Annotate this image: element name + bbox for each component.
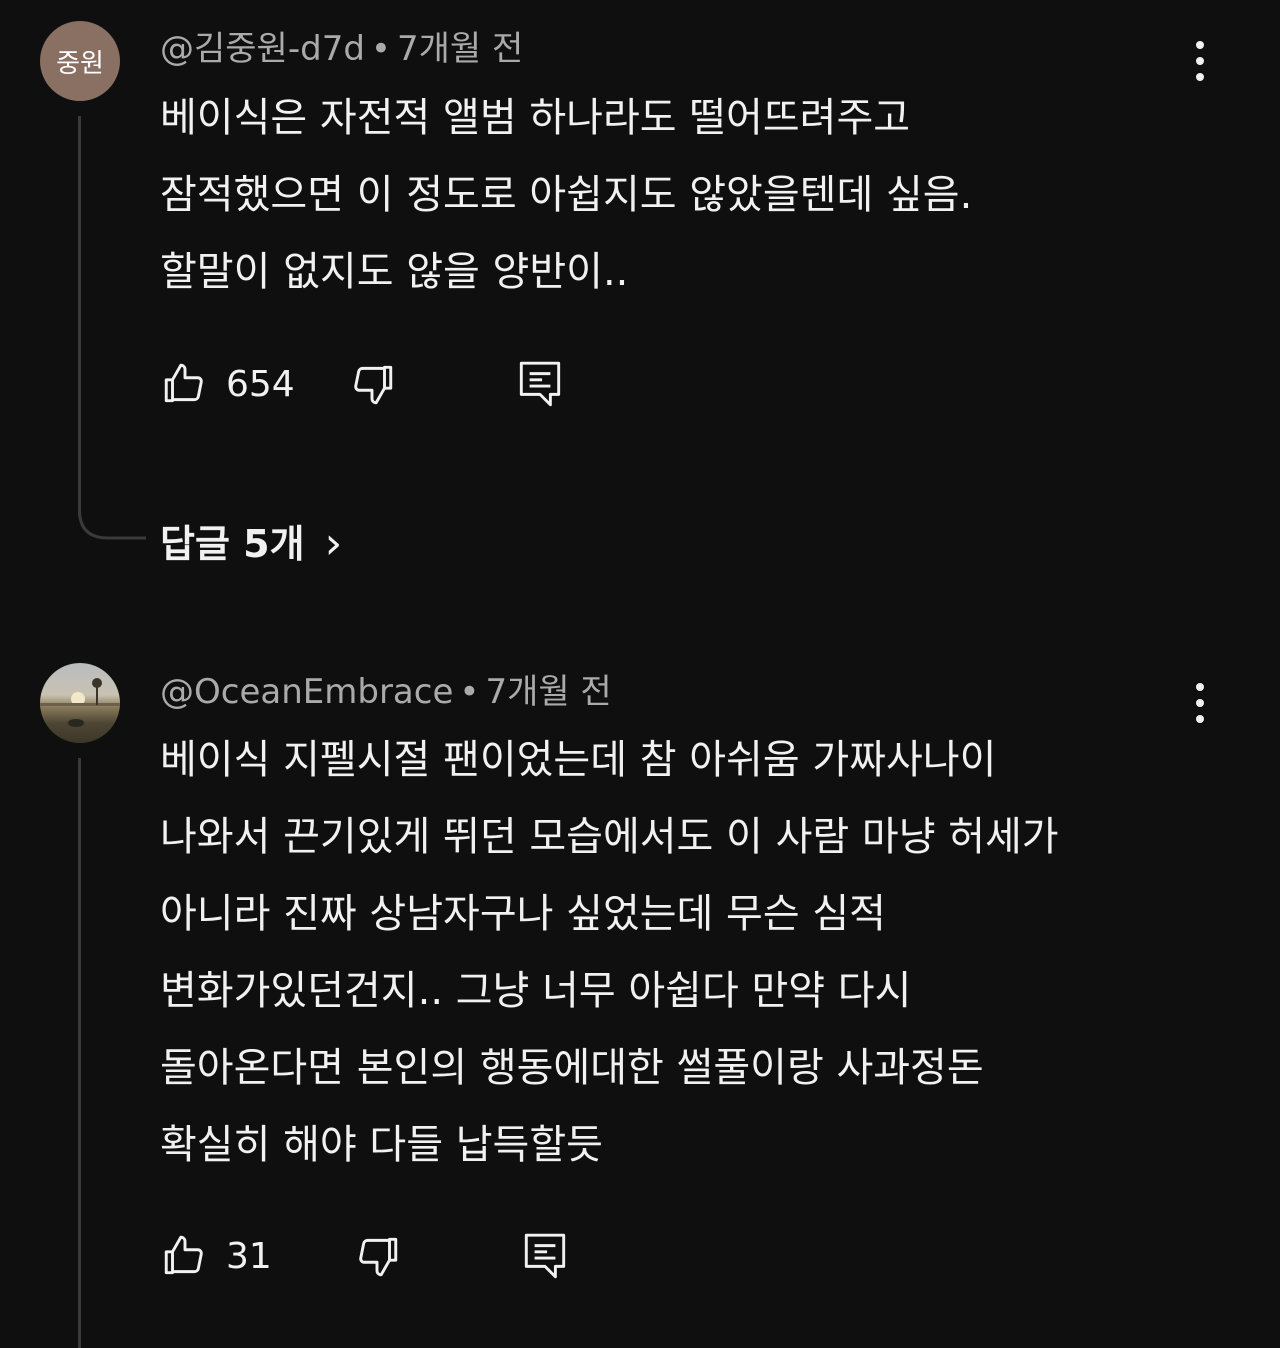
comment-line: 확실히 해야 다들 납득할듯 (160, 1122, 603, 1168)
more-vert-icon[interactable] (1180, 36, 1220, 86)
chevron-right-icon: › (324, 518, 343, 569)
comment-line: 아니라 진짜 상남자구나 싶었는데 무슨 심적 (160, 891, 886, 937)
avatar[interactable] (40, 663, 120, 743)
thumbs-down-icon[interactable] (347, 359, 397, 409)
comment-text: 베이식 지펠시절 팬이었는데 참 아쉬움 가짜사나이 나와서 끈기있게 뛰던 모… (160, 722, 1160, 1184)
comment-header: @김중원-d7d • 7개월 전 (160, 29, 523, 69)
replies-label: 답글 5개 (160, 522, 305, 566)
author-name[interactable]: @김중원-d7d (160, 29, 365, 69)
thread-line (78, 116, 81, 516)
comment-header: @OceanEmbrace • 7개월 전 (160, 672, 612, 712)
thumbs-up-icon[interactable] (160, 359, 210, 409)
separator-dot: • (459, 672, 480, 712)
thread-line (78, 758, 81, 1348)
like-count: 31 (226, 1235, 272, 1277)
timestamp[interactable]: 7개월 전 (485, 672, 611, 712)
comment-icon[interactable] (520, 1229, 570, 1283)
comment-icon[interactable] (515, 357, 565, 411)
comment-line: 할말이 없지도 않을 양반이.. (160, 249, 629, 295)
avatar[interactable]: 중원 (40, 21, 120, 101)
comment-text: 베이식은 자전적 앨범 하나라도 떨어뜨려주고 잠적했으면 이 정도로 아쉽지도… (160, 80, 1160, 311)
timestamp[interactable]: 7개월 전 (397, 29, 523, 69)
author-name[interactable]: @OceanEmbrace (160, 672, 453, 712)
comment-actions: 654 (160, 356, 565, 412)
more-vert-icon[interactable] (1180, 678, 1220, 728)
comment-line: 베이식은 자전적 앨범 하나라도 떨어뜨려주고 (160, 95, 911, 141)
like-count: 654 (226, 363, 295, 405)
comment-actions: 31 (160, 1228, 570, 1284)
thumbs-up-icon[interactable] (160, 1231, 210, 1281)
comment-line: 변화가있던건지.. 그냥 너무 아쉽다 만약 다시 (160, 968, 912, 1014)
comment-line: 나와서 끈기있게 뛰던 모습에서도 이 사람 마냥 허세가 (160, 814, 1059, 860)
comment-line: 잠적했으면 이 정도로 아쉽지도 않았을텐데 싶음. (160, 172, 973, 218)
avatar-initials: 중원 (56, 48, 104, 79)
comment-line: 돌아온다면 본인의 행동에대한 썰풀이랑 사과정돈 (160, 1045, 984, 1091)
separator-dot: • (370, 29, 391, 69)
thread-curve (78, 490, 146, 540)
thumbs-down-icon[interactable] (352, 1231, 402, 1281)
view-replies-button[interactable]: 답글 5개 › (160, 519, 342, 569)
comment-line: 베이식 지펠시절 팬이었는데 참 아쉬움 가짜사나이 (160, 737, 997, 783)
